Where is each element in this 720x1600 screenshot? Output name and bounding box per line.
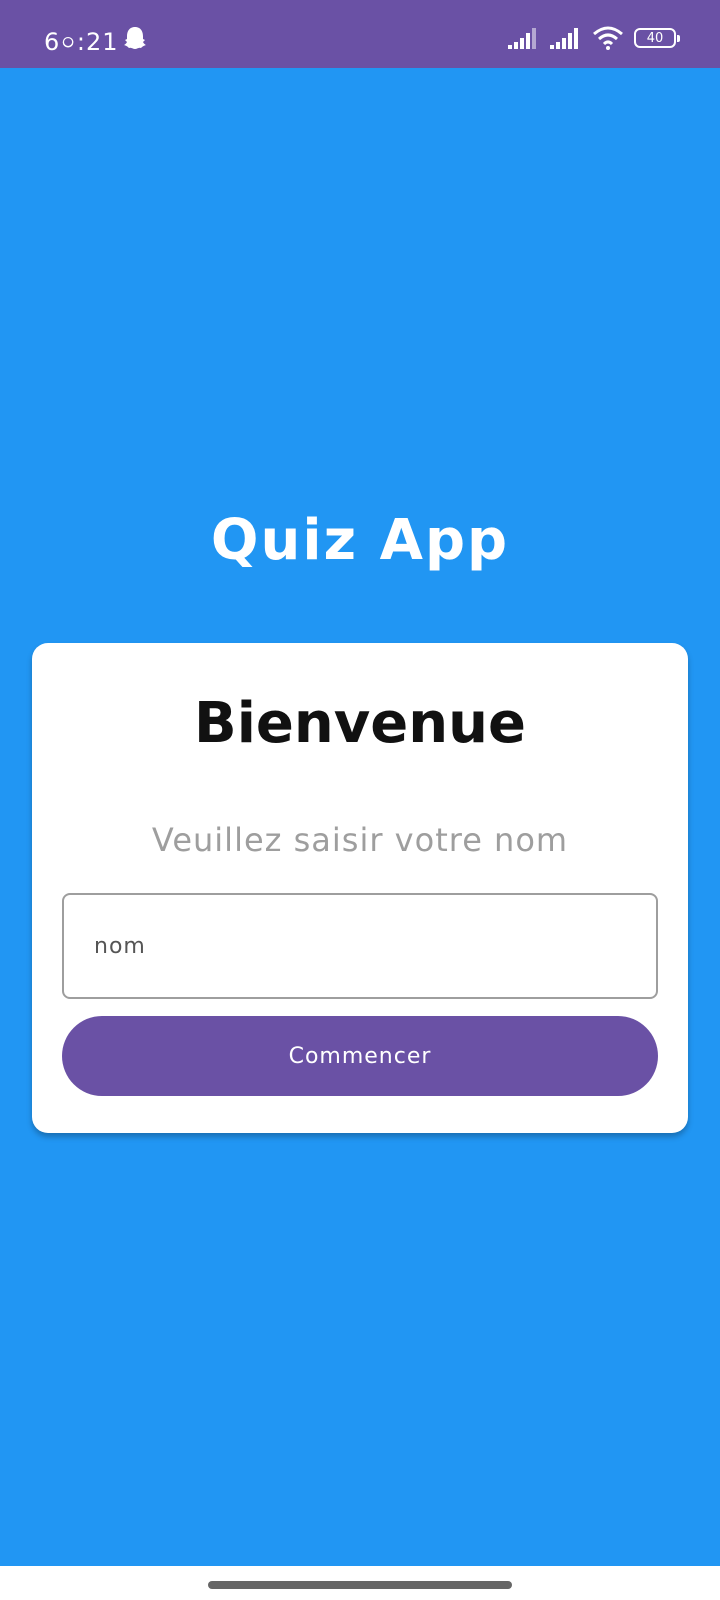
battery-level: 40 xyxy=(646,30,664,46)
start-button[interactable]: Commencer xyxy=(62,1016,658,1096)
battery-icon: 40 xyxy=(634,28,680,48)
quiz-home-screen: 6০:21 40 Quiz App Bienvenue Veuillez sai… xyxy=(0,0,720,1600)
name-input[interactable] xyxy=(62,893,658,999)
status-bar: 6০:21 40 xyxy=(0,0,720,68)
signal-icon xyxy=(508,27,540,49)
welcome-title: Bienvenue xyxy=(194,691,526,756)
name-prompt: Veuillez saisir votre nom xyxy=(151,821,569,859)
wifi-icon xyxy=(592,26,624,50)
status-icons: 40 xyxy=(508,26,680,50)
navigation-bar xyxy=(0,1566,720,1600)
app-title: Quiz App xyxy=(210,508,510,573)
welcome-card: Bienvenue Veuillez saisir votre nom Comm… xyxy=(32,643,688,1133)
status-time: 6০:21 xyxy=(44,28,119,56)
signal-icon xyxy=(550,27,582,49)
home-indicator[interactable] xyxy=(208,1581,512,1589)
